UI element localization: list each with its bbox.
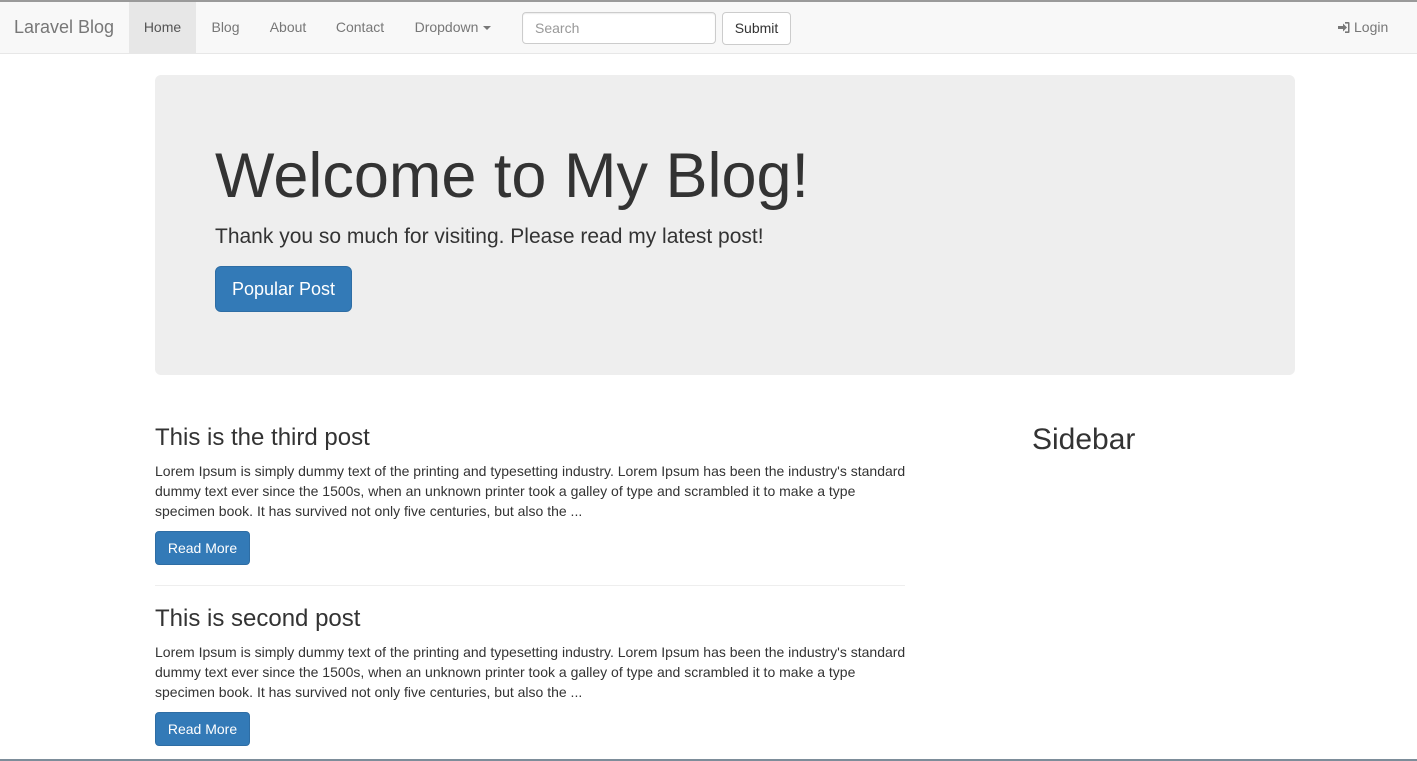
- caret-down-icon: [483, 26, 492, 31]
- sign-in-icon: [1338, 22, 1350, 33]
- post-excerpt: Lorem Ipsum is simply dummy text of the …: [155, 463, 906, 519]
- read-more-button[interactable]: Read More: [155, 531, 250, 565]
- navbar: Laravel Blog Home Blog About Contact Dro…: [0, 2, 1417, 54]
- nav-item-blog[interactable]: Blog: [196, 2, 255, 53]
- sidebar-title: Sidebar: [1032, 423, 1136, 456]
- nav-item-home[interactable]: Home: [129, 2, 196, 53]
- search-input[interactable]: [522, 12, 716, 44]
- submit-button[interactable]: Submit: [722, 12, 791, 45]
- post-divider: [155, 585, 905, 586]
- post-title: This is the third post: [155, 424, 370, 451]
- nav-item-dropdown[interactable]: Dropdown: [399, 2, 507, 53]
- brand-link[interactable]: Laravel Blog: [14, 2, 114, 53]
- popular-post-button[interactable]: Popular Post: [215, 266, 352, 312]
- jumbotron-title: Welcome to My Blog!: [215, 141, 810, 211]
- login-label: Login: [1354, 19, 1389, 35]
- nav-item-contact[interactable]: Contact: [321, 2, 399, 53]
- jumbotron: Welcome to My Blog! Thank you so much fo…: [155, 75, 1295, 375]
- nav-item-about[interactable]: About: [255, 2, 321, 53]
- jumbotron-lead: Thank you so much for visiting. Please r…: [215, 225, 764, 248]
- post-title: This is second post: [155, 605, 361, 632]
- read-more-button[interactable]: Read More: [155, 712, 250, 746]
- dropdown-label: Dropdown: [414, 19, 479, 35]
- login-link[interactable]: Login: [1337, 2, 1388, 53]
- post-excerpt: Lorem Ipsum is simply dummy text of the …: [155, 644, 906, 700]
